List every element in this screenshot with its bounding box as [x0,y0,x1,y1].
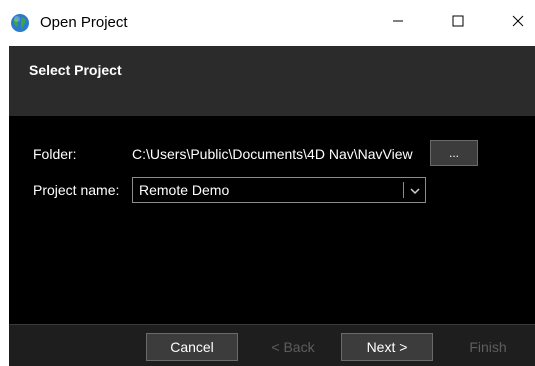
project-name-label: Project name: [33,182,120,198]
browse-folder-button[interactable]: ... [430,140,478,166]
next-button[interactable]: Next > [341,333,433,361]
combo-divider [403,182,404,198]
title-bar: Open Project [0,0,535,46]
project-name-combobox[interactable]: Remote Demo [132,177,426,203]
wizard-footer: Cancel < Back Next > Finish [9,324,535,366]
close-button[interactable] [495,0,535,46]
chevron-down-icon[interactable] [409,184,421,196]
globe-icon [10,13,30,33]
back-button[interactable]: < Back [247,333,339,361]
open-project-dialog: Open Project Select Project Folder: C:\U… [0,0,535,366]
maximize-icon [452,14,464,32]
minimize-button[interactable] [375,0,421,46]
folder-path: C:\Users\Public\Documents\4D Nav\NavView [132,146,413,162]
window-title: Open Project [40,14,128,31]
close-icon [512,14,524,32]
maximize-button[interactable] [435,0,481,46]
folder-label: Folder: [33,146,77,162]
wizard-content: Folder: C:\Users\Public\Documents\4D Nav… [9,116,535,324]
cancel-button[interactable]: Cancel [146,333,238,361]
page-title: Select Project [29,62,122,78]
finish-button[interactable]: Finish [442,333,534,361]
wizard-header: Select Project [9,46,535,116]
project-name-value: Remote Demo [139,182,230,198]
minimize-icon [392,14,404,32]
